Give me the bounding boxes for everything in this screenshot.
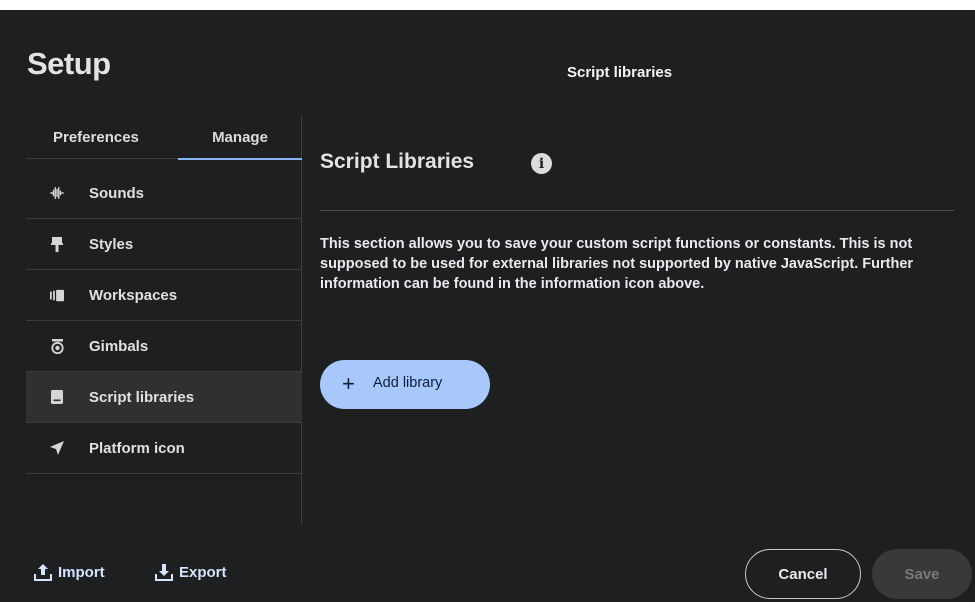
download-icon [155, 564, 173, 581]
sidebar-item-label: Script libraries [89, 388, 195, 406]
paint-brush-icon [50, 236, 64, 252]
sidebar-item-sounds[interactable]: Sounds [26, 168, 302, 219]
setup-dialog: Setup Script libraries Preferences Manag… [0, 10, 975, 602]
tab-active-indicator [178, 158, 302, 160]
sidebar-item-label: Platform icon [89, 439, 185, 457]
info-icon[interactable]: i [531, 153, 552, 174]
sidebar-item-label: Sounds [89, 184, 144, 202]
add-library-label: Add library [373, 375, 443, 391]
tab-preferences[interactable]: Preferences [26, 115, 174, 159]
sidebar-item-label: Styles [89, 235, 134, 253]
tab-bar: Preferences Manage [26, 115, 302, 160]
cancel-button[interactable]: Cancel [745, 549, 861, 599]
gimbal-icon [50, 338, 64, 354]
import-button[interactable]: Import [34, 563, 105, 581]
export-button[interactable]: Export [155, 563, 227, 581]
workspace-icon [50, 288, 64, 302]
sidebar-item-label: Gimbals [89, 337, 149, 355]
section-title: Script libraries [567, 64, 673, 81]
divider [320, 210, 954, 211]
tab-manage[interactable]: Manage [178, 115, 302, 160]
sidebar-item-styles[interactable]: Styles [26, 219, 302, 270]
content-description: This section allows you to save your cus… [320, 236, 914, 292]
sidebar-item-workspaces[interactable]: Workspaces [26, 270, 302, 321]
sidebar: Preferences Manage Sounds Styles Workspa… [26, 115, 302, 525]
sidebar-item-gimbals[interactable]: Gimbals [26, 321, 302, 372]
import-label: Import [58, 563, 105, 581]
plus-icon: + [342, 371, 355, 396]
sidebar-item-script-libraries[interactable]: Script libraries [26, 372, 302, 423]
save-button[interactable]: Save [872, 549, 972, 599]
sidebar-item-platform-icon[interactable]: Platform icon [26, 423, 302, 474]
dialog-title: Setup [27, 46, 111, 81]
content-heading: Script Libraries [320, 150, 475, 173]
waveform-icon [50, 186, 64, 200]
export-label: Export [179, 563, 227, 581]
tab-manage-label: Manage [212, 128, 268, 146]
add-library-button[interactable]: + Add library [320, 360, 490, 409]
upload-icon [34, 564, 52, 581]
navigation-arrow-icon [50, 441, 64, 455]
book-icon [50, 390, 64, 404]
sidebar-item-label: Workspaces [89, 286, 178, 304]
